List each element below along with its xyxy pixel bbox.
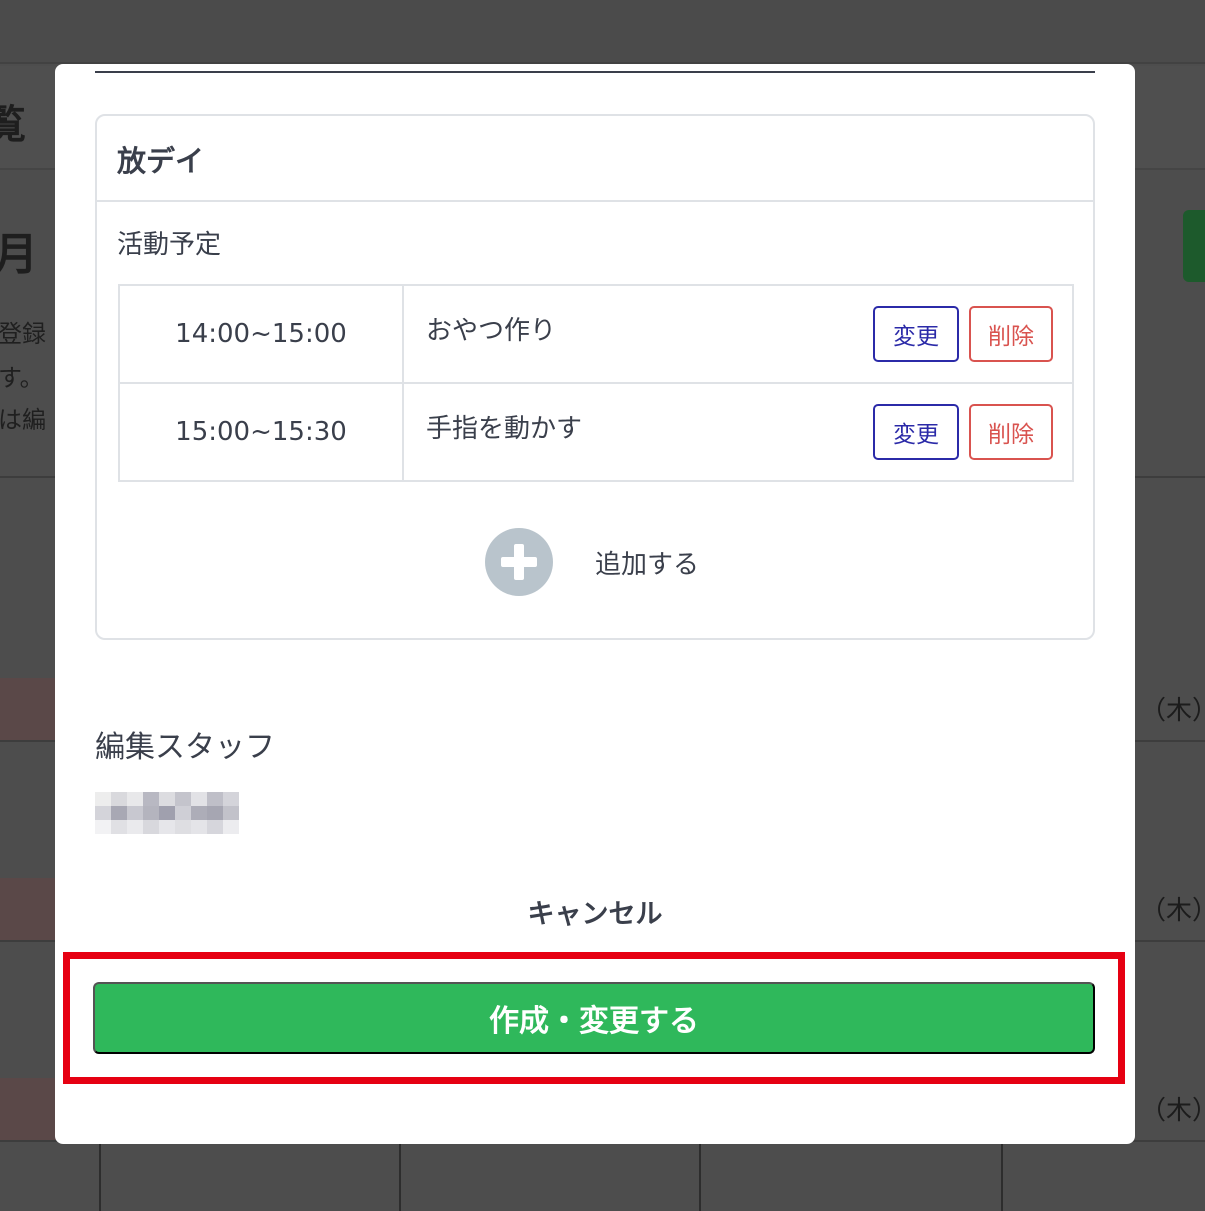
staff-name-pixelated	[95, 792, 239, 836]
background-day-label: （木）	[1140, 1096, 1205, 1126]
background-column-line	[99, 1144, 101, 1211]
background-green-button[interactable]	[1183, 210, 1205, 282]
table-row: 15:00~15:30 手指を動かす 変更 削除	[120, 382, 1072, 480]
background-note-line: は編	[0, 406, 46, 434]
background-day-label: （木）	[1140, 896, 1205, 926]
background-day-label: （木）	[1140, 696, 1205, 726]
background-column-line	[399, 1144, 401, 1211]
background-note-line: 登録	[0, 320, 46, 348]
background-note-line: す。	[0, 364, 44, 392]
background-column-line	[1001, 1144, 1003, 1211]
activity-cell: おやつ作り 変更 削除	[404, 286, 1072, 382]
program-card: 放デイ 活動予定 14:00~15:00 おやつ作り 変更 削除 15:00~1…	[95, 114, 1095, 640]
program-card-title: 放デイ	[97, 116, 1093, 202]
activity-name: 手指を動かす	[426, 414, 583, 444]
background-topbar	[0, 0, 1205, 64]
edit-modal: 放デイ 活動予定 14:00~15:00 おやつ作り 変更 削除 15:00~1…	[55, 64, 1135, 1144]
delete-button[interactable]: 削除	[969, 306, 1053, 362]
edit-button[interactable]: 変更	[873, 306, 959, 362]
background-month: 月	[0, 229, 38, 280]
background-cell	[0, 1078, 56, 1140]
add-activity-label[interactable]: 追加する	[595, 544, 699, 581]
create-update-button[interactable]: 作成・変更する	[93, 982, 1095, 1054]
editing-staff-label: 編集スタッフ	[95, 730, 275, 765]
background-page-title: 覧	[0, 102, 26, 148]
activity-cell: 手指を動かす 変更 削除	[404, 384, 1072, 480]
edit-button[interactable]: 変更	[873, 404, 959, 460]
activity-time: 15:00~15:30	[120, 384, 404, 480]
activity-time: 14:00~15:00	[120, 286, 404, 382]
activity-schedule-table: 14:00~15:00 おやつ作り 変更 削除 15:00~15:30 手指を動…	[118, 284, 1074, 482]
background-cell	[0, 678, 56, 740]
background-column-line	[699, 1144, 701, 1211]
delete-button[interactable]: 削除	[969, 404, 1053, 460]
add-activity-button[interactable]: 追加する	[485, 526, 699, 598]
background-cell	[0, 878, 56, 940]
cancel-button[interactable]: キャンセル	[95, 892, 1095, 931]
activity-name: おやつ作り	[426, 316, 557, 346]
modal-top-divider	[95, 71, 1095, 73]
activity-schedule-label: 活動予定	[117, 230, 222, 260]
plus-circle-icon[interactable]	[485, 528, 553, 596]
table-row: 14:00~15:00 おやつ作り 変更 削除	[120, 286, 1072, 382]
